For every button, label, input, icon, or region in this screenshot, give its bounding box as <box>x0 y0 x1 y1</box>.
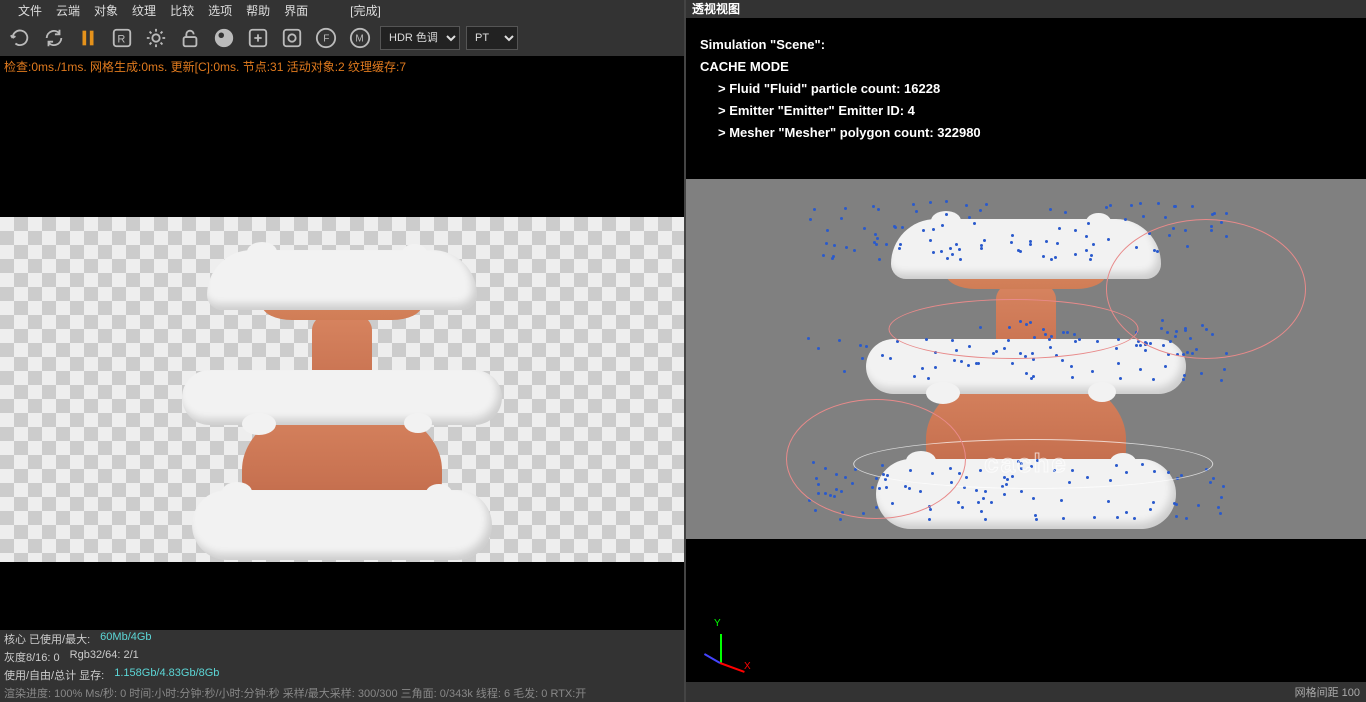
menu-item[interactable]: 比较 <box>170 2 194 19</box>
rgb-stat: Rgb32/64: 2/1 <box>70 649 139 665</box>
o-box-icon[interactable] <box>278 24 306 52</box>
gear-icon[interactable] <box>142 24 170 52</box>
vram-label: 使用/自由/总计 显存: <box>4 667 104 683</box>
axis-x-label: X <box>744 661 751 672</box>
panel-title: 透视视图 <box>686 0 1366 18</box>
toolbar: R F M HDR 色调 PT <box>0 20 684 56</box>
cache-overlay: cache <box>984 448 1068 479</box>
svg-text:R: R <box>117 34 125 46</box>
viewport-background: cache <box>686 179 1366 539</box>
cycle-icon[interactable] <box>40 24 68 52</box>
add-box-icon[interactable] <box>244 24 272 52</box>
menu-item[interactable]: 文件 <box>18 2 42 19</box>
cache-mode-label: CACHE MODE <box>700 56 1352 78</box>
perspective-viewport[interactable]: cache Y X <box>686 154 1366 682</box>
render-image <box>0 217 684 562</box>
pt-select[interactable]: PT <box>466 26 518 50</box>
vram-value: 1.158Gb/4.83Gb/8Gb <box>114 667 219 683</box>
grid-spacing-label: 网格间距 100 <box>686 682 1366 702</box>
menu-item[interactable]: 云端 <box>56 2 80 19</box>
status-line: 检查:0ms./1ms. 网格生成:0ms. 更新[C]:0ms. 节点:31 … <box>0 56 684 77</box>
menu-item[interactable]: 选项 <box>208 2 232 19</box>
core-label: 核心 已使用/最大: <box>4 631 90 647</box>
render-viewport[interactable] <box>0 77 684 630</box>
menu-item[interactable]: 对象 <box>94 2 118 19</box>
render-stats: 渲染进度: 100% Ms/秒: 0 时间:小时:分钟:秒/小时:分钟:秒 采样… <box>4 685 586 701</box>
svg-text:F: F <box>323 34 329 45</box>
hdr-select[interactable]: HDR 色调 <box>380 26 460 50</box>
fluid-line: > Fluid "Fluid" particle count: 16228 <box>700 78 1352 100</box>
r-box-icon[interactable]: R <box>108 24 136 52</box>
mesher-line: > Mesher "Mesher" polygon count: 322980 <box>700 122 1352 144</box>
f-circle-icon[interactable]: F <box>312 24 340 52</box>
lock-icon[interactable] <box>176 24 204 52</box>
bottom-stats: 核心 已使用/最大: 60Mb/4Gb 灰度8/16: 0 Rgb32/64: … <box>0 630 684 702</box>
menubar: 文件 云端 对象 纹理 比较 选项 帮助 界面 [完成] <box>0 0 684 20</box>
sim-header: Simulation "Scene": <box>700 34 1352 56</box>
emitter-line: > Emitter "Emitter" Emitter ID: 4 <box>700 100 1352 122</box>
svg-text:M: M <box>355 34 363 45</box>
sphere-icon[interactable] <box>210 24 238 52</box>
pause-icon[interactable] <box>74 24 102 52</box>
done-label: [完成] <box>350 2 381 19</box>
axis-y-label: Y <box>714 618 721 629</box>
simulation-info: Simulation "Scene": CACHE MODE > Fluid "… <box>686 18 1366 154</box>
m-circle-icon[interactable]: M <box>346 24 374 52</box>
refresh-icon[interactable] <box>6 24 34 52</box>
perspective-panel: 透视视图 Simulation "Scene": CACHE MODE > Fl… <box>686 0 1366 702</box>
core-value: 60Mb/4Gb <box>100 631 151 647</box>
gray-stat: 灰度8/16: 0 <box>4 649 60 665</box>
axis-gizmo-icon: Y X <box>698 620 748 670</box>
render-panel: 文件 云端 对象 纹理 比较 选项 帮助 界面 [完成] R F M HDR 色… <box>0 0 686 702</box>
menu-item[interactable]: 界面 <box>284 2 308 19</box>
menu-item[interactable]: 纹理 <box>132 2 156 19</box>
menu-item[interactable]: 帮助 <box>246 2 270 19</box>
